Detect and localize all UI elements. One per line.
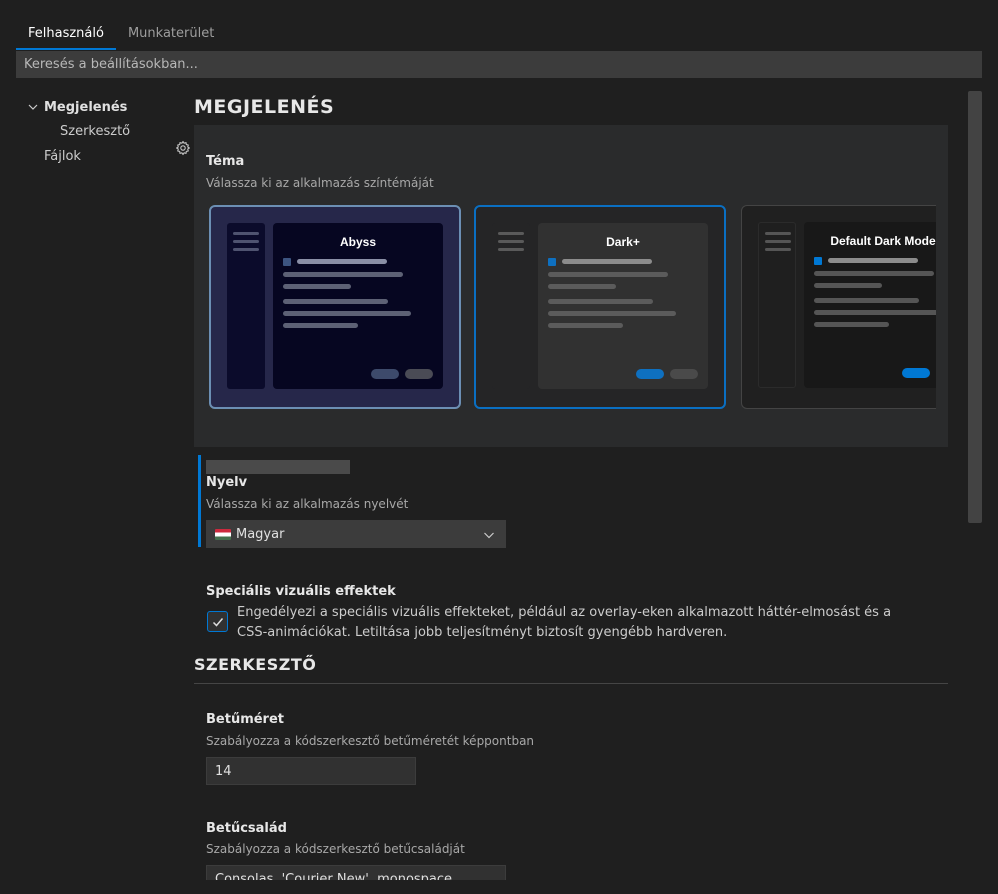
theme-card-row: Abyss Dark+ Default Dark Modern (209, 205, 936, 411)
tab-user[interactable]: Felhasználó (16, 20, 116, 50)
theme-setting-description: Válassza ki az alkalmazás színtémáját (206, 176, 434, 190)
effects-checkbox[interactable] (207, 611, 228, 632)
theme-preview-sidebar (227, 223, 265, 389)
language-select[interactable]: Magyar (206, 520, 506, 548)
scrollbar-thumb[interactable] (968, 91, 982, 523)
theme-setting-name: Téma (206, 154, 245, 169)
check-icon (212, 617, 223, 627)
theme-setting-panel: Téma Válassza ki az alkalmazás színtémáj… (194, 125, 948, 474)
theme-card-abyss[interactable]: Abyss (209, 205, 461, 409)
font-family-input[interactable]: Consolas, 'Courier New', monospace (206, 865, 506, 880)
language-setting-description: Válassza ki az alkalmazás nyelvét (206, 497, 409, 511)
theme-preview-sidebar (758, 222, 796, 388)
theme-preview-window: Abyss (273, 223, 443, 389)
hungarian-flag-icon (215, 528, 231, 540)
theme-card-name: Default Dark Modern (830, 234, 936, 248)
theme-card-name: Abyss (339, 235, 377, 249)
settings-search-input[interactable] (16, 51, 982, 78)
language-setting-name: Nyelv (206, 475, 248, 490)
theme-preview-sidebar (492, 223, 530, 389)
theme-card-dark-plus[interactable]: Dark+ (474, 205, 726, 409)
chevron-down-icon[interactable] (26, 100, 40, 114)
font-family-setting-description: Szabályozza a kódszerkesztő betűcsaládjá… (206, 842, 465, 856)
settings-content: MEGJELENÉS Téma Válassza ki az alkalmazá… (194, 90, 948, 880)
tree-item-label: Megjelenés (44, 99, 128, 115)
font-size-setting-name: Betűméret (206, 712, 284, 727)
effects-setting-name: Speciális vizuális effektek (206, 584, 396, 599)
theme-card-name: Dark+ (606, 235, 640, 249)
font-size-setting-description: Szabályozza a kódszerkesztő betűméretét … (206, 734, 535, 748)
gear-icon[interactable] (175, 140, 191, 156)
tree-item-label: Szerkesztő (60, 123, 131, 139)
font-family-setting-name: Betűcsalád (206, 821, 287, 836)
section-title-editor: SZERKESZTŐ (194, 655, 317, 674)
tree-item-files[interactable]: Fájlok (44, 145, 81, 167)
language-select-value: Magyar (236, 526, 285, 542)
theme-preview-window: Dark+ (538, 223, 708, 389)
section-title-appearance: MEGJELENÉS (194, 96, 335, 118)
theme-preview-window: Default Dark Modern (804, 222, 936, 388)
tree-item-appearance[interactable]: Megjelenés (26, 96, 127, 118)
theme-row-scrollbar[interactable] (206, 460, 350, 474)
settings-tabs: Felhasználó Munkaterület (16, 20, 226, 50)
tab-workspace[interactable]: Munkaterület (116, 20, 226, 50)
tree-item-editor[interactable]: Szerkesztő (60, 120, 130, 142)
chevron-down-icon (483, 529, 495, 545)
effects-setting-description: Engedélyezi a speciális vizuális effekte… (237, 605, 892, 640)
focus-indicator (198, 455, 201, 547)
theme-card-default-dark-modern[interactable]: Default Dark Modern (741, 205, 936, 409)
tree-item-label: Fájlok (44, 148, 81, 164)
section-divider (194, 683, 948, 684)
font-size-input[interactable] (206, 757, 416, 785)
